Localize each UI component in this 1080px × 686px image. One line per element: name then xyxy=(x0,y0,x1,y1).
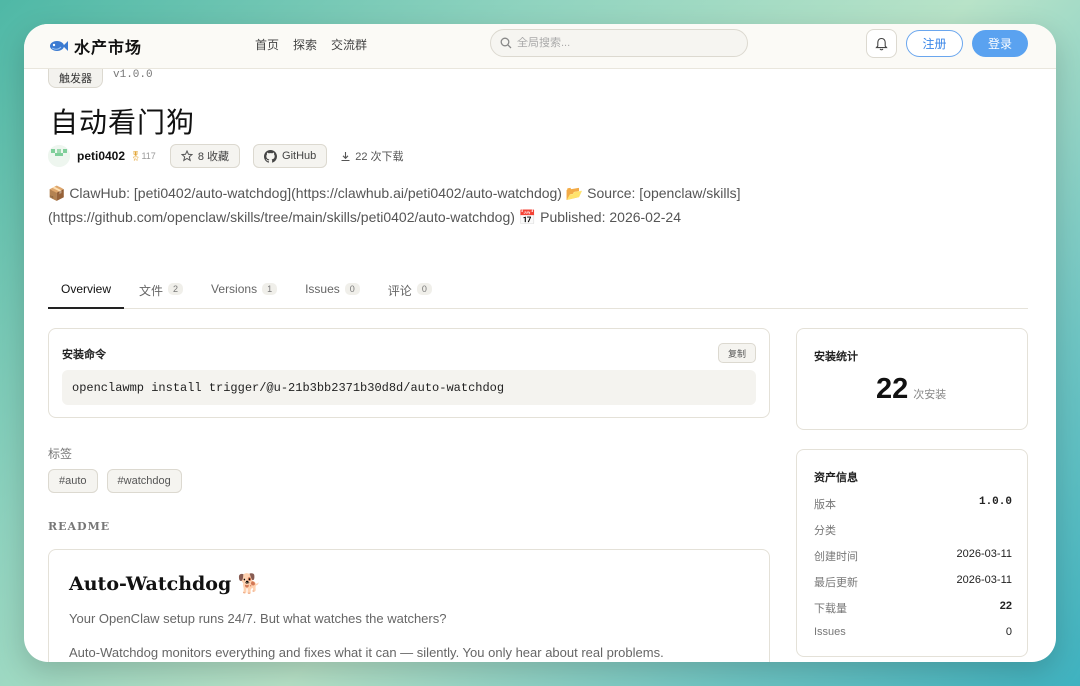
info-row-created: 创建时间 2026-03-11 xyxy=(814,548,1012,564)
info-row-version: 版本 1.0.0 xyxy=(814,496,1012,512)
login-button[interactable]: 登录 xyxy=(972,30,1028,57)
reputation-value: 117 xyxy=(141,150,156,161)
star-icon xyxy=(180,150,193,162)
info-row-updated: 最后更新 2026-03-11 xyxy=(814,574,1012,590)
download-count-label: 22 次下载 xyxy=(355,151,404,163)
info-title: 资产信息 xyxy=(814,472,858,484)
author-name[interactable]: peti0402 xyxy=(77,149,125,163)
info-key: 创建时间 xyxy=(814,551,858,563)
info-key: 下载量 xyxy=(814,603,847,615)
install-stats-card: 安装统计 22 次安装 xyxy=(796,328,1028,430)
info-value: 2026-03-11 xyxy=(956,574,1012,586)
tab-count: 0 xyxy=(416,283,432,295)
tab-count: 1 xyxy=(262,283,278,295)
info-row-downloads: 下载量 22 xyxy=(814,600,1012,616)
tag-watchdog[interactable]: #watchdog xyxy=(106,469,182,493)
install-command[interactable]: openclawmp install trigger/@u-21b3bb2371… xyxy=(62,370,756,405)
tag-list: #auto #watchdog xyxy=(48,469,182,493)
tab-versions[interactable]: Versions 1 xyxy=(198,279,290,309)
global-search xyxy=(490,29,748,57)
asset-detail: 触发器 v1.0.0 自动看门狗 peti0402 🎖117 8 收藏 GitH… xyxy=(24,69,1056,662)
tab-overview[interactable]: Overview xyxy=(48,279,125,309)
asset-info-card: 资产信息 版本 1.0.0 分类 创建时间 2026-03-11 最后更新 20… xyxy=(796,449,1028,657)
tags-label: 标签 xyxy=(48,447,73,461)
download-icon xyxy=(341,151,350,161)
info-row-category: 分类 xyxy=(814,522,1012,538)
info-key: 分类 xyxy=(814,525,836,537)
tab-issues[interactable]: Issues 0 xyxy=(292,279,373,309)
avatar[interactable] xyxy=(48,145,70,167)
stats-title: 安装统计 xyxy=(814,351,858,363)
medal-icon: 🎖 xyxy=(130,150,142,161)
install-count-value: 22 xyxy=(876,373,909,405)
info-key: Issues xyxy=(814,626,846,638)
info-key: 版本 xyxy=(814,499,836,511)
info-key: 最后更新 xyxy=(814,577,858,589)
asset-meta: peti0402 🎖117 8 收藏 GitHub 22 次下载 xyxy=(48,144,404,168)
tab-label: Versions xyxy=(211,282,258,296)
tab-files[interactable]: 文件 2 xyxy=(126,279,196,309)
tab-label: 文件 xyxy=(139,284,164,298)
readme-paragraph: Auto-Watchdog monitors everything and fi… xyxy=(69,645,664,660)
readme-card: Auto-Watchdog 🐕 Your OpenClaw setup runs… xyxy=(48,549,770,662)
info-value: 2026-03-11 xyxy=(956,548,1012,560)
nav-item-community[interactable]: 交流群 xyxy=(331,36,367,53)
search-input[interactable] xyxy=(517,37,737,49)
author-reputation: 🎖117 xyxy=(130,151,156,162)
detail-tabs: Overview 文件 2 Versions 1 Issues 0 评论 0 xyxy=(48,279,1028,309)
readme-paragraph: Your OpenClaw setup runs 24/7. But what … xyxy=(69,611,447,626)
info-value: 0 xyxy=(1005,626,1012,638)
app-window: 水产市场 首页 探索 交流群 注册 登录 触发器 v1.0.0 自动看门狗 xyxy=(24,24,1056,662)
github-button[interactable]: GitHub xyxy=(253,144,328,168)
tab-count: 2 xyxy=(168,283,184,295)
tab-comments[interactable]: 评论 0 xyxy=(375,279,445,309)
github-icon xyxy=(264,149,278,163)
description-line-2: (https://github.com/openclaw/skills/tree… xyxy=(48,209,681,225)
tag-auto[interactable]: #auto xyxy=(48,469,98,493)
info-row-issues: Issues 0 xyxy=(814,626,1012,638)
version-label: v1.0.0 xyxy=(113,69,153,81)
bell-icon xyxy=(875,37,888,50)
download-count: 22 次下载 xyxy=(340,148,404,164)
site-name: 水产市场 xyxy=(74,38,143,57)
copy-button[interactable]: 复制 xyxy=(717,343,756,363)
top-navbar: 水产市场 首页 探索 交流群 注册 登录 xyxy=(24,24,1056,69)
favorite-label: 8 收藏 xyxy=(197,151,230,163)
tab-label: 评论 xyxy=(387,284,412,298)
page-title: 自动看门狗 xyxy=(50,106,196,139)
install-label: 安装命令 xyxy=(62,349,106,361)
install-count-unit: 次安装 xyxy=(913,389,947,401)
github-label: GitHub xyxy=(282,150,317,162)
notification-button[interactable] xyxy=(866,29,897,58)
tab-label: Issues xyxy=(305,282,340,296)
site-logo[interactable]: 水产市场 xyxy=(48,34,142,58)
fish-icon xyxy=(50,41,68,51)
nav-item-home[interactable]: 首页 xyxy=(255,36,279,53)
readme-title: Auto-Watchdog 🐕 xyxy=(69,573,262,595)
description-line-1: 📦 ClawHub: [peti0402/auto-watchdog](http… xyxy=(48,185,741,201)
tab-count: 0 xyxy=(344,283,360,295)
readme-label: README xyxy=(48,520,111,533)
install-count: 22 次安装 xyxy=(876,373,946,406)
tab-label: Overview xyxy=(61,282,112,296)
favorite-button[interactable]: 8 收藏 xyxy=(169,144,241,168)
nav-item-explore[interactable]: 探索 xyxy=(293,36,317,53)
register-button[interactable]: 注册 xyxy=(906,30,963,57)
category-badge[interactable]: 触发器 xyxy=(48,69,103,88)
install-command-card: 安装命令 复制 openclawmp install trigger/@u-21… xyxy=(48,328,770,418)
main-nav: 首页 探索 交流群 xyxy=(255,36,367,53)
asset-description: 📦 ClawHub: [peti0402/auto-watchdog](http… xyxy=(48,181,808,229)
search-icon xyxy=(500,37,512,49)
identicon-icon xyxy=(48,145,70,167)
info-value: 1.0.0 xyxy=(978,496,1012,508)
info-value: 22 xyxy=(999,600,1012,612)
